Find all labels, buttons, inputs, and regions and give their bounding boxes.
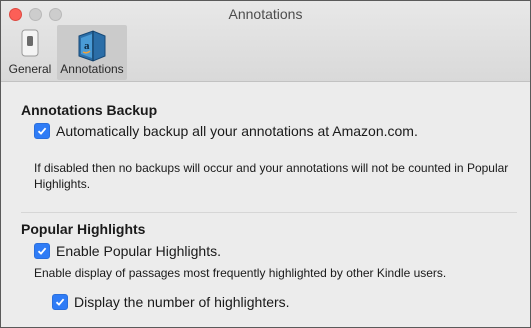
backup-checkbox-label: Automatically backup all your annotation…: [56, 123, 418, 139]
backup-description: If disabled then no backups will occur a…: [34, 161, 509, 191]
tab-annotations[interactable]: a Annotations: [57, 25, 127, 80]
popular-count-checkbox[interactable]: [52, 294, 68, 310]
popular-count-row[interactable]: Display the number of highlighters.: [52, 294, 290, 310]
popular-section-title: Popular Highlights: [21, 221, 146, 237]
popular-count-label: Display the number of highlighters.: [74, 294, 290, 310]
backup-checkbox-row[interactable]: Automatically backup all your annotation…: [34, 123, 418, 139]
checkmark-icon: [55, 298, 65, 306]
popular-description: Enable display of passages most frequent…: [34, 266, 447, 280]
tab-general-label: General: [8, 62, 52, 76]
backup-checkbox[interactable]: [34, 123, 50, 139]
svg-text:a: a: [84, 40, 90, 52]
checkmark-icon: [37, 127, 47, 135]
backup-section-title: Annotations Backup: [21, 102, 158, 118]
section-divider: [21, 212, 517, 213]
title-bar: Annotations General a Annotations: [1, 1, 530, 82]
tab-annotations-label: Annotations: [60, 62, 124, 76]
preferences-window: Annotations General a Annotations Annota…: [0, 0, 531, 328]
switch-icon: [19, 28, 41, 61]
checkmark-icon: [37, 247, 47, 255]
kindle-book-icon: a: [75, 28, 109, 65]
popular-enable-row[interactable]: Enable Popular Highlights.: [34, 243, 221, 259]
tab-general[interactable]: General: [5, 25, 55, 80]
popular-enable-checkbox[interactable]: [34, 243, 50, 259]
preferences-content: Annotations Backup Automatically backup …: [1, 82, 530, 327]
window-title: Annotations: [228, 6, 303, 22]
popular-enable-label: Enable Popular Highlights.: [56, 243, 221, 259]
